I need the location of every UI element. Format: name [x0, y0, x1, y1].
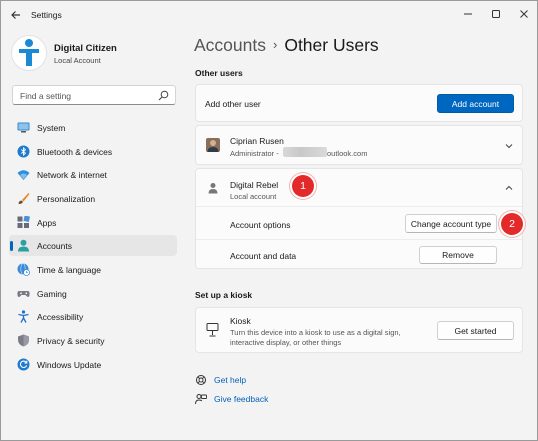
- user-card-ciprian[interactable]: Ciprian Rusen Administrator - outlook.co…: [195, 125, 523, 165]
- user-account-type: Local account: [230, 192, 277, 201]
- sidebar-item-apps[interactable]: Apps: [9, 212, 177, 233]
- sidebar-item-system[interactable]: System: [9, 117, 177, 138]
- close-icon: [520, 10, 528, 18]
- chevron-up-icon[interactable]: [504, 183, 514, 193]
- sidebar-item-label: Windows Update: [37, 360, 102, 370]
- sidebar-item-label: Network & internet: [37, 170, 107, 180]
- sidebar-item-accessibility[interactable]: Accessibility: [9, 306, 177, 327]
- redacted-email: [283, 147, 327, 157]
- wifi-icon: [17, 170, 30, 180]
- account-options-label: Account options: [230, 220, 291, 230]
- get-help-icon: [196, 375, 206, 385]
- annotation-badge-2: 2: [501, 213, 523, 235]
- sidebar-item-time-language[interactable]: Time & language: [9, 259, 177, 280]
- sidebar-item-label: Gaming: [37, 289, 67, 299]
- user-card-digital-rebel: Digital Rebel Local account Account opti…: [195, 168, 523, 269]
- sidebar-item-windows-update[interactable]: Windows Update: [9, 354, 177, 375]
- give-feedback-icon: [195, 394, 207, 405]
- minimize-button[interactable]: [457, 5, 479, 23]
- kiosk-icon: [206, 323, 219, 337]
- give-feedback-link[interactable]: Give feedback: [214, 394, 268, 404]
- sidebar-item-label: Accounts: [37, 241, 72, 251]
- divider: [196, 239, 522, 240]
- add-other-user-label: Add other user: [205, 99, 261, 109]
- sidebar-item-label: Personalization: [37, 194, 96, 204]
- search-input[interactable]: Find a setting: [12, 85, 176, 105]
- sidebar-item-label: Accessibility: [37, 312, 84, 322]
- user-name: Digital Rebel: [230, 180, 279, 190]
- minimize-icon: [464, 13, 472, 15]
- change-account-type-button[interactable]: Change account type: [405, 214, 497, 233]
- sidebar-item-personalization[interactable]: Personalization: [9, 188, 177, 209]
- sidebar-item-label: Apps: [37, 218, 57, 228]
- accessibility-icon: [18, 310, 29, 323]
- remove-button[interactable]: Remove: [419, 246, 497, 264]
- user-email-domain: outlook.com: [327, 149, 368, 158]
- brush-icon: [18, 193, 30, 204]
- get-help-link[interactable]: Get help: [214, 375, 246, 385]
- avatar: [11, 35, 47, 71]
- breadcrumb: Accounts › Other Users: [194, 35, 379, 56]
- monitor-icon: [17, 122, 30, 133]
- maximize-button[interactable]: [485, 5, 507, 23]
- apps-icon: [17, 216, 30, 228]
- maximize-icon: [492, 10, 500, 18]
- sidebar-item-network[interactable]: Network & internet: [9, 164, 177, 185]
- title-bar: Settings: [1, 1, 537, 29]
- account-and-data-label: Account and data: [230, 251, 297, 261]
- digital-citizen-logo-icon: [19, 39, 39, 66]
- breadcrumb-separator: ›: [272, 37, 278, 52]
- sidebar-item-label: Bluetooth & devices: [37, 147, 113, 157]
- add-other-user-card: Add other user Add account: [195, 84, 523, 122]
- breadcrumb-parent[interactable]: Accounts: [194, 35, 266, 55]
- get-started-button[interactable]: Get started: [437, 321, 514, 340]
- selection-indicator: [10, 241, 13, 251]
- chevron-down-icon[interactable]: [504, 141, 514, 151]
- add-account-button[interactable]: Add account: [437, 94, 514, 113]
- profile-name: Digital Citizen: [54, 43, 117, 54]
- sidebar-item-label: Time & language: [37, 265, 101, 275]
- user-icon: [208, 183, 218, 194]
- divider: [196, 206, 522, 207]
- annotation-badge-1: 1: [292, 175, 314, 197]
- bluetooth-icon: [17, 145, 30, 158]
- kiosk-description-line1: Turn this device into a kiosk to use as …: [230, 328, 401, 337]
- shield-icon: [18, 334, 29, 347]
- user-name: Ciprian Rusen: [230, 136, 284, 146]
- user-role: Administrator -: [230, 149, 279, 158]
- page-title: Other Users: [284, 35, 379, 55]
- kiosk-heading: Set up a kiosk: [195, 290, 253, 300]
- search-placeholder: Find a setting: [20, 91, 72, 101]
- sidebar-item-gaming[interactable]: Gaming: [9, 283, 177, 304]
- person-icon: [18, 239, 29, 252]
- kiosk-title: Kiosk: [230, 316, 251, 326]
- profile-account-type: Local Account: [54, 56, 101, 65]
- sidebar-item-bluetooth[interactable]: Bluetooth & devices: [9, 141, 177, 162]
- search-icon: [158, 90, 169, 101]
- settings-window: Settings Digital Citizen Local Account F…: [0, 0, 538, 441]
- sidebar-item-label: System: [37, 123, 66, 133]
- close-button[interactable]: [513, 5, 535, 23]
- update-icon: [17, 358, 30, 371]
- kiosk-description-line2: interactive display, or other things: [230, 338, 342, 347]
- gamepad-icon: [17, 291, 30, 297]
- sidebar-item-label: Privacy & security: [37, 336, 105, 346]
- window-title: Settings: [31, 10, 62, 20]
- globe-clock-icon: [17, 263, 30, 276]
- user-photo-avatar: [206, 138, 220, 152]
- kiosk-card: Kiosk Turn this device into a kiosk to u…: [195, 307, 523, 353]
- other-users-heading: Other users: [195, 68, 243, 78]
- sidebar-item-accounts[interactable]: Accounts: [9, 235, 177, 256]
- sidebar-item-privacy[interactable]: Privacy & security: [9, 330, 177, 351]
- back-arrow-icon[interactable]: [9, 8, 23, 22]
